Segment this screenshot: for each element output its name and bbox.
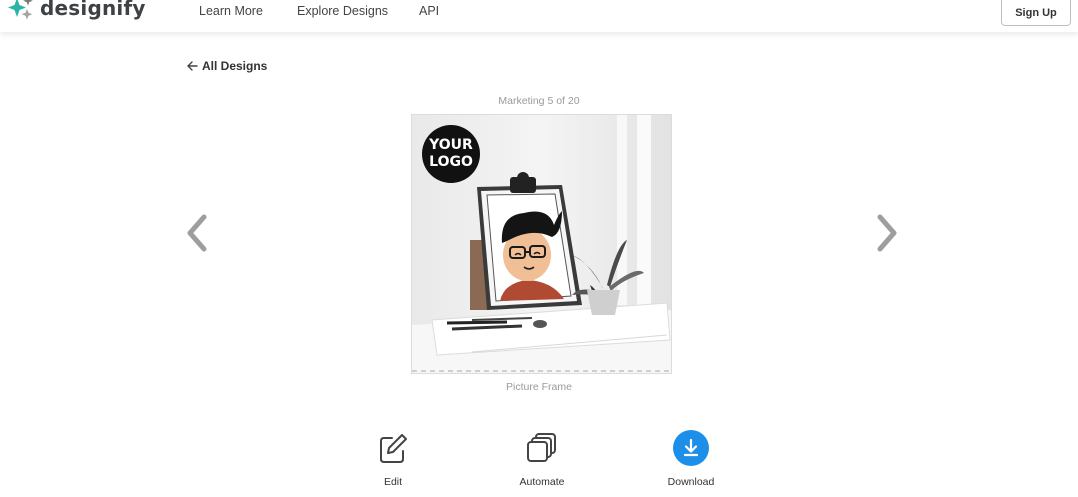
download-button[interactable]: Download (651, 430, 731, 488)
nav-api[interactable]: API (419, 4, 439, 18)
arrow-left-icon (187, 61, 198, 71)
sign-up-button[interactable]: Sign Up (1001, 0, 1071, 26)
brand-logo[interactable]: designify (8, 0, 146, 20)
nav-learn-more[interactable]: Learn More (199, 4, 263, 18)
pencil-square-icon (375, 430, 411, 466)
design-preview[interactable]: YOUR LOGO (411, 114, 672, 374)
edit-button[interactable]: Edit (353, 430, 433, 488)
stack-icon (524, 430, 560, 466)
next-design-button[interactable] (872, 212, 902, 254)
automate-button[interactable]: Automate (502, 430, 582, 488)
download-label: Download (667, 476, 715, 488)
all-designs-link[interactable]: All Designs (187, 59, 267, 73)
brand-name: designify (40, 0, 146, 20)
nav-explore-designs[interactable]: Explore Designs (297, 4, 388, 18)
chevron-left-icon (187, 214, 207, 252)
sparkle-logo-icon (8, 0, 36, 20)
automate-label: Automate (519, 476, 565, 488)
previous-design-button[interactable] (182, 212, 212, 254)
design-counter: Marketing 5 of 20 (498, 95, 580, 107)
design-caption: Picture Frame (506, 381, 572, 393)
top-header: designify Learn More Explore Designs API… (0, 0, 1078, 32)
edit-label: Edit (383, 476, 403, 488)
download-icon (673, 430, 709, 466)
all-designs-label: All Designs (202, 59, 268, 73)
chevron-right-icon (877, 214, 897, 252)
your-logo-badge: YOUR LOGO (422, 125, 480, 183)
